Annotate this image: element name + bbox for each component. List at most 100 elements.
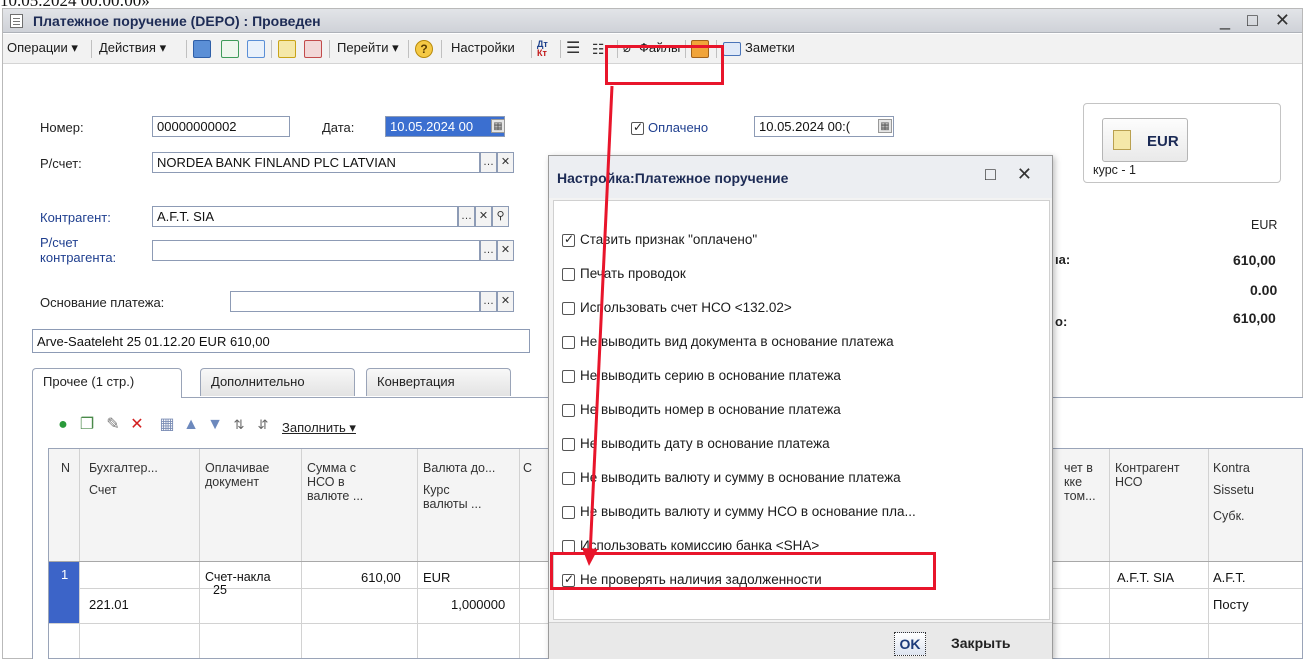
option-checkbox[interactable] <box>562 472 575 485</box>
col-account-sub[interactable]: Счет <box>89 483 117 497</box>
actions-menu[interactable]: Действия ▾ <box>99 40 166 56</box>
basis-field[interactable] <box>230 291 480 312</box>
select-button[interactable]: … <box>480 291 497 312</box>
option-label[interactable]: Ставить признак "оплачено" <box>580 232 757 247</box>
move-down-icon[interactable]: ▼ <box>206 416 224 434</box>
col-cp-nso[interactable]: Контрагент <box>1115 461 1180 475</box>
clear-icon[interactable]: ✕ <box>497 152 514 173</box>
option-checkbox[interactable] <box>562 232 575 247</box>
sort-desc-icon[interactable]: ⇵ <box>254 416 272 434</box>
option-label[interactable]: Не выводить дату в основание платежа <box>580 436 830 451</box>
col-kontra-3[interactable]: Субк. <box>1213 509 1245 523</box>
col-rate[interactable]: Курс <box>423 483 450 497</box>
post-icon[interactable] <box>278 40 296 58</box>
col-kontra[interactable]: Kontra <box>1213 461 1250 475</box>
col-currency[interactable]: Валюта до... <box>423 461 495 475</box>
cell-sum[interactable]: 610,00 <box>361 570 401 585</box>
operations-menu[interactable]: Операции ▾ <box>7 40 78 56</box>
option-checkbox[interactable] <box>562 404 575 417</box>
unpost-icon[interactable] <box>304 40 322 58</box>
window-controls[interactable]: _ □ ✕ <box>1220 10 1296 31</box>
cell-account[interactable]: 221.01 <box>89 597 129 612</box>
close-button[interactable]: Закрыть <box>951 635 1011 651</box>
ok-button[interactable]: OK <box>894 632 926 656</box>
option-checkbox[interactable] <box>562 268 575 281</box>
tab-other[interactable]: Прочее (1 стр.) <box>32 368 182 398</box>
cell-currency[interactable]: EUR <box>423 570 450 585</box>
search-icon[interactable]: ⚲ <box>492 206 509 227</box>
option-checkbox[interactable] <box>562 438 575 451</box>
currency-button[interactable]: EUR <box>1102 118 1188 162</box>
col-rate-2[interactable]: валюты ... <box>423 497 481 511</box>
save-close-icon[interactable] <box>193 40 211 58</box>
paid-checkbox[interactable] <box>631 120 644 135</box>
col-sum-2[interactable]: НСО в <box>307 475 345 489</box>
col-nso-account[interactable]: чет в <box>1064 461 1093 475</box>
option-checkbox[interactable] <box>562 302 575 315</box>
number-field[interactable]: 00000000002 <box>152 116 290 137</box>
cell-rate[interactable]: 1,000000 <box>451 597 505 612</box>
calendar-icon[interactable]: ▦ <box>491 119 505 133</box>
end-edit-icon[interactable]: ▦ <box>158 416 176 434</box>
col-nso-account-3[interactable]: том... <box>1064 489 1096 503</box>
basis-text-field[interactable]: Arve-Saateleht 25 01.12.20 EUR 610,00 <box>32 329 530 353</box>
select-button[interactable]: … <box>480 240 497 261</box>
notes-icon[interactable] <box>723 42 741 56</box>
option-checkbox[interactable] <box>562 370 575 383</box>
clear-icon[interactable]: ✕ <box>475 206 492 227</box>
sort-asc-icon[interactable]: ⇅ <box>230 416 248 434</box>
col-sum[interactable]: Сумма с <box>307 461 356 475</box>
col-account[interactable]: Бухгалтер... <box>89 461 158 475</box>
notes-button[interactable]: Заметки <box>745 40 795 55</box>
col-document[interactable]: Оплачивае <box>205 461 269 475</box>
col-kontra-2[interactable]: Sissetu <box>1213 483 1254 497</box>
add-row-icon[interactable]: ● <box>54 416 72 434</box>
col-document-2[interactable]: документ <box>205 475 259 489</box>
refresh-icon[interactable] <box>221 40 239 58</box>
option-label[interactable]: Не выводить валюту и сумму в основание п… <box>580 470 901 485</box>
option-label[interactable]: Печать проводок <box>580 266 686 281</box>
col-cp-nso-2[interactable]: НСО <box>1115 475 1143 489</box>
col-sum-3[interactable]: валюте ... <box>307 489 363 503</box>
option-label[interactable]: Не выводить вид документа в основание пл… <box>580 334 894 349</box>
clear-icon[interactable]: ✕ <box>497 291 514 312</box>
paid-date-field[interactable]: 10.05.2024 00:( <box>754 116 894 137</box>
tab-conversion[interactable]: Конвертация <box>366 368 511 396</box>
delete-row-icon[interactable]: ✕ <box>128 416 146 434</box>
cell-kontra[interactable]: A.F.T. <box>1213 570 1246 585</box>
option-label[interactable]: Использовать счет НСО <132.02> <box>580 300 792 315</box>
clear-icon[interactable]: ✕ <box>497 240 514 261</box>
move-up-icon[interactable]: ▲ <box>182 416 200 434</box>
col-n[interactable]: N <box>61 461 70 475</box>
dt-kt-icon[interactable]: Дт Кт <box>537 40 555 58</box>
cell-kontra-2[interactable]: Посту <box>1213 597 1249 612</box>
option-label[interactable]: Использовать комиссию банка <SHA> <box>580 538 819 553</box>
col-cut[interactable]: С <box>523 461 532 475</box>
select-button[interactable]: … <box>458 206 475 227</box>
account-field[interactable]: NORDEA BANK FINLAND PLC LATVIAN <box>152 152 480 173</box>
tab-additional[interactable]: Дополнительно <box>200 368 355 396</box>
counterparty-field[interactable]: A.F.T. SIA <box>152 206 458 227</box>
dialog-controls[interactable]: □ ✕ <box>985 164 1040 185</box>
option-label[interactable]: Не выводить номер в основание платежа <box>580 402 841 417</box>
option-checkbox[interactable] <box>562 506 575 519</box>
select-button[interactable]: … <box>480 152 497 173</box>
help-icon[interactable]: ? <box>415 40 433 58</box>
copy-row-icon[interactable]: ❐ <box>78 416 96 434</box>
option-checkbox[interactable] <box>562 336 575 349</box>
cell-document-2[interactable]: 25 <box>213 583 227 597</box>
calendar-icon[interactable]: ▦ <box>878 119 892 133</box>
copy-icon[interactable] <box>247 40 265 58</box>
goto-menu[interactable]: Перейти ▾ <box>337 40 399 56</box>
cell-document[interactable]: Счет-накла <box>205 570 271 584</box>
paid-label[interactable]: Оплачено <box>648 120 708 135</box>
col-nso-account-2[interactable]: кке <box>1064 475 1082 489</box>
settings-button[interactable]: Настройки <box>451 40 515 55</box>
cp-account-field[interactable] <box>152 240 480 261</box>
fill-menu[interactable]: Заполнить ▾ <box>282 420 356 436</box>
option-label[interactable]: Не выводить серию в основание платежа <box>580 368 841 383</box>
list-view-icon[interactable]: ☰ <box>566 40 584 58</box>
date-field[interactable]: 10.05.2024 00 <box>385 116 505 137</box>
cell-cp-nso[interactable]: A.F.T. SIA <box>1117 570 1174 585</box>
edit-row-icon[interactable]: ✎ <box>104 416 122 434</box>
